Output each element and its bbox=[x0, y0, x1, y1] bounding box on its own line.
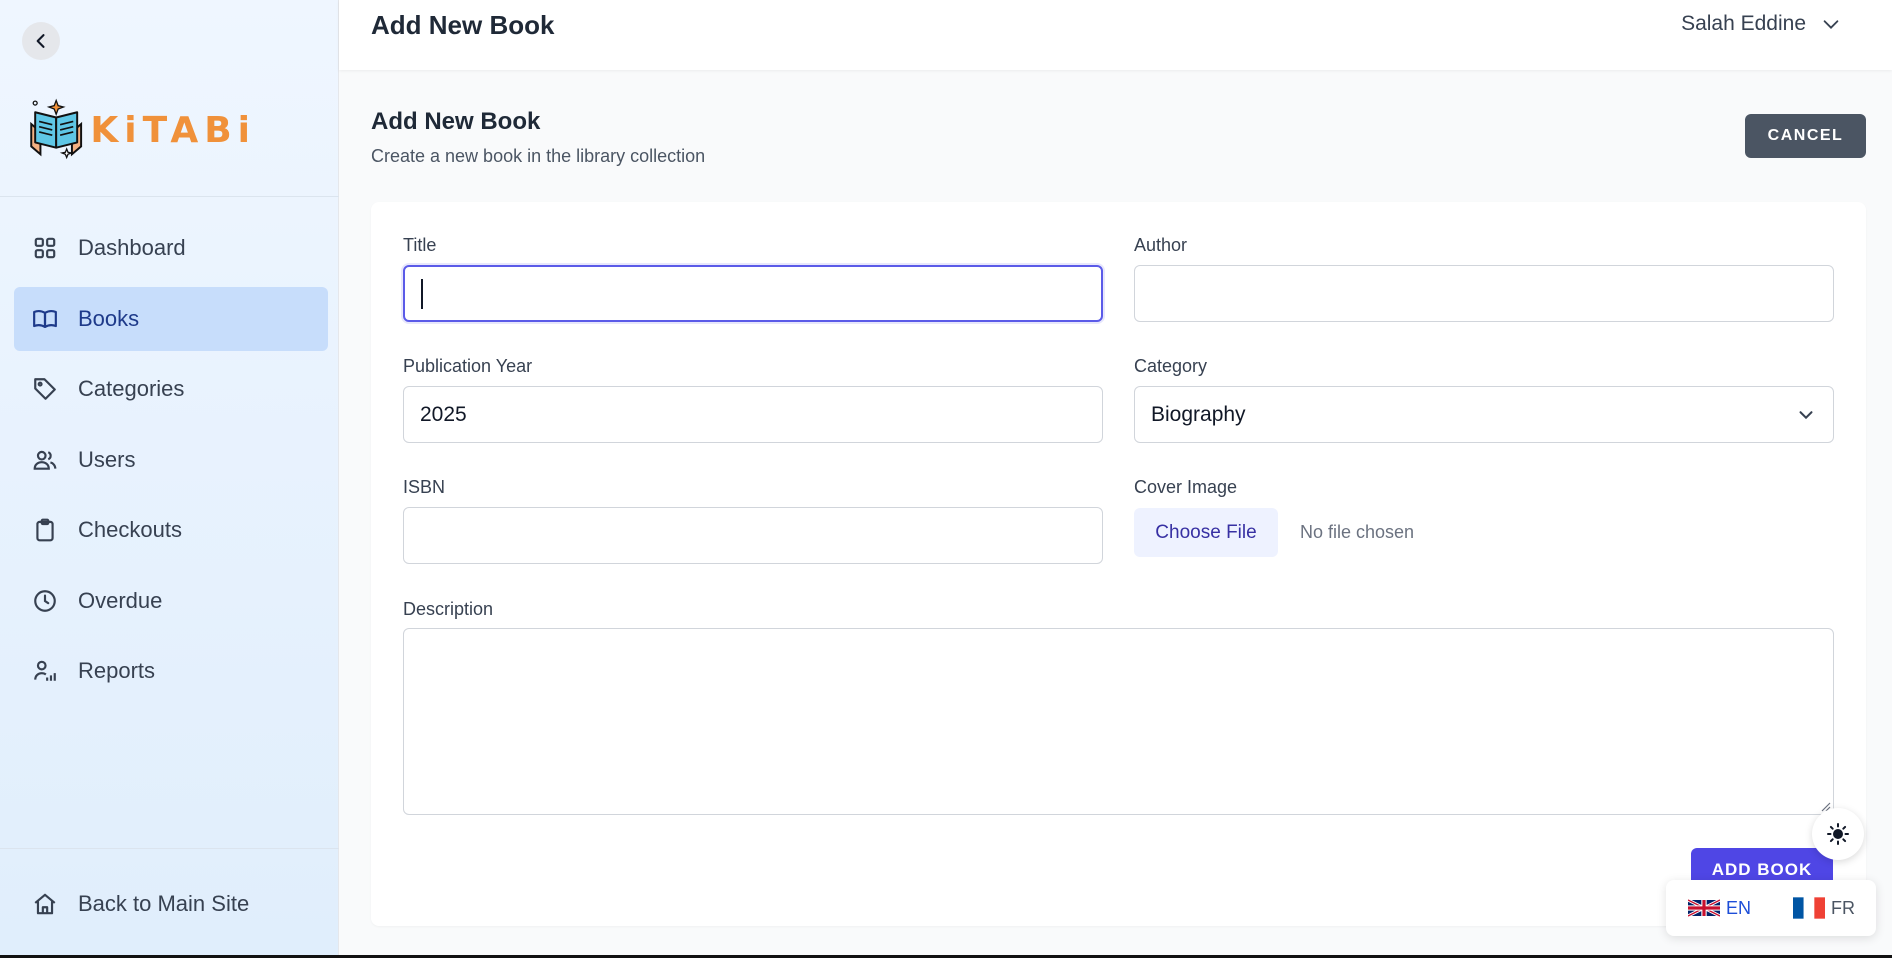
user-chart-icon bbox=[34, 660, 56, 681]
sidebar-item-reports[interactable]: Reports bbox=[14, 639, 328, 703]
author-label: Author bbox=[1134, 235, 1188, 255]
sidebar-nav: Dashboard Books Categories Users Checkou… bbox=[14, 216, 328, 710]
back-to-main-label: Back to Main Site bbox=[78, 891, 250, 916]
sidebar-item-checkouts[interactable]: Checkouts bbox=[14, 498, 328, 562]
book-open-icon bbox=[33, 309, 57, 328]
collapse-sidebar-button[interactable] bbox=[22, 22, 60, 60]
home-icon bbox=[34, 893, 56, 915]
users-icon bbox=[33, 450, 57, 470]
sidebar-divider bbox=[0, 848, 339, 849]
page-title: Add New Book bbox=[371, 108, 541, 135]
sidebar: KiTABi Dashboard Books Categories Users … bbox=[0, 0, 339, 955]
sidebar-item-label: Users bbox=[78, 446, 136, 472]
clock-icon bbox=[34, 589, 56, 612]
back-to-main-site-link[interactable]: Back to Main Site bbox=[14, 872, 328, 936]
description-textarea[interactable] bbox=[403, 628, 1834, 815]
language-en-option[interactable]: EN bbox=[1688, 898, 1751, 919]
sidebar-item-label: Books bbox=[78, 305, 140, 331]
isbn-label: ISBN bbox=[403, 477, 446, 497]
language-switcher: EN FR bbox=[1666, 880, 1876, 936]
author-input[interactable] bbox=[1134, 265, 1834, 322]
tag-icon bbox=[34, 378, 56, 400]
grid-icon bbox=[34, 237, 56, 259]
language-fr-label: FR bbox=[1831, 897, 1856, 918]
sidebar-item-overdue[interactable]: Overdue bbox=[14, 569, 328, 633]
sidebar-item-label: Reports bbox=[78, 658, 156, 683]
cancel-button[interactable]: CANCEL bbox=[1745, 114, 1866, 158]
publication-year-value: 2025 bbox=[420, 402, 467, 426]
chevron-down-icon bbox=[1823, 20, 1839, 29]
text-caret bbox=[421, 278, 423, 309]
file-status-text: No file chosen bbox=[1300, 522, 1415, 542]
cover-image-label: Cover Image bbox=[1134, 477, 1238, 497]
sidebar-divider bbox=[0, 196, 339, 197]
title-label: Title bbox=[403, 235, 437, 255]
category-selected-value: Biography bbox=[1151, 402, 1246, 426]
category-label: Category bbox=[1134, 356, 1208, 376]
user-name: Salah Eddine bbox=[1681, 12, 1806, 35]
description-label: Description bbox=[403, 599, 494, 619]
chevron-left-icon bbox=[36, 34, 45, 48]
clipboard-icon bbox=[36, 518, 54, 542]
header-title: Add New Book bbox=[371, 10, 555, 40]
sidebar-item-label: Categories bbox=[78, 376, 185, 401]
sidebar-item-label: Dashboard bbox=[78, 235, 186, 260]
isbn-input[interactable] bbox=[403, 507, 1103, 564]
user-menu[interactable]: Salah Eddine bbox=[1681, 12, 1842, 36]
sidebar-item-label: Checkouts bbox=[78, 517, 182, 542]
sidebar-item-label: Overdue bbox=[78, 587, 163, 613]
sun-icon bbox=[1827, 823, 1849, 845]
choose-file-button[interactable]: Choose File bbox=[1134, 508, 1278, 557]
sidebar-item-books[interactable]: Books bbox=[14, 286, 328, 351]
page-subtitle: Create a new book in the library collect… bbox=[371, 146, 706, 166]
sidebar-item-categories[interactable]: Categories bbox=[14, 357, 328, 421]
chevron-down-icon bbox=[1799, 411, 1813, 420]
publication-year-input[interactable]: 2025 bbox=[403, 386, 1103, 443]
theme-toggle-button[interactable] bbox=[1812, 808, 1864, 860]
publication-year-label: Publication Year bbox=[403, 356, 533, 376]
language-fr-option[interactable]: FR bbox=[1793, 897, 1855, 919]
uk-flag-icon bbox=[1688, 899, 1720, 917]
language-en-label: EN bbox=[1726, 897, 1752, 918]
page-heading: Add New Book Create a new book in the li… bbox=[371, 108, 705, 167]
top-header: Add New Book Salah Eddine bbox=[339, 0, 1892, 70]
logo[interactable]: KiTABi bbox=[26, 80, 256, 175]
category-select[interactable]: Biography bbox=[1134, 386, 1834, 443]
france-flag-icon bbox=[1793, 897, 1826, 919]
sidebar-item-users[interactable]: Users bbox=[14, 428, 328, 492]
title-input[interactable] bbox=[403, 265, 1103, 322]
logo-text: KiTABi bbox=[90, 110, 256, 151]
sidebar-item-dashboard[interactable]: Dashboard bbox=[14, 216, 328, 280]
book-logo-icon bbox=[30, 98, 83, 159]
